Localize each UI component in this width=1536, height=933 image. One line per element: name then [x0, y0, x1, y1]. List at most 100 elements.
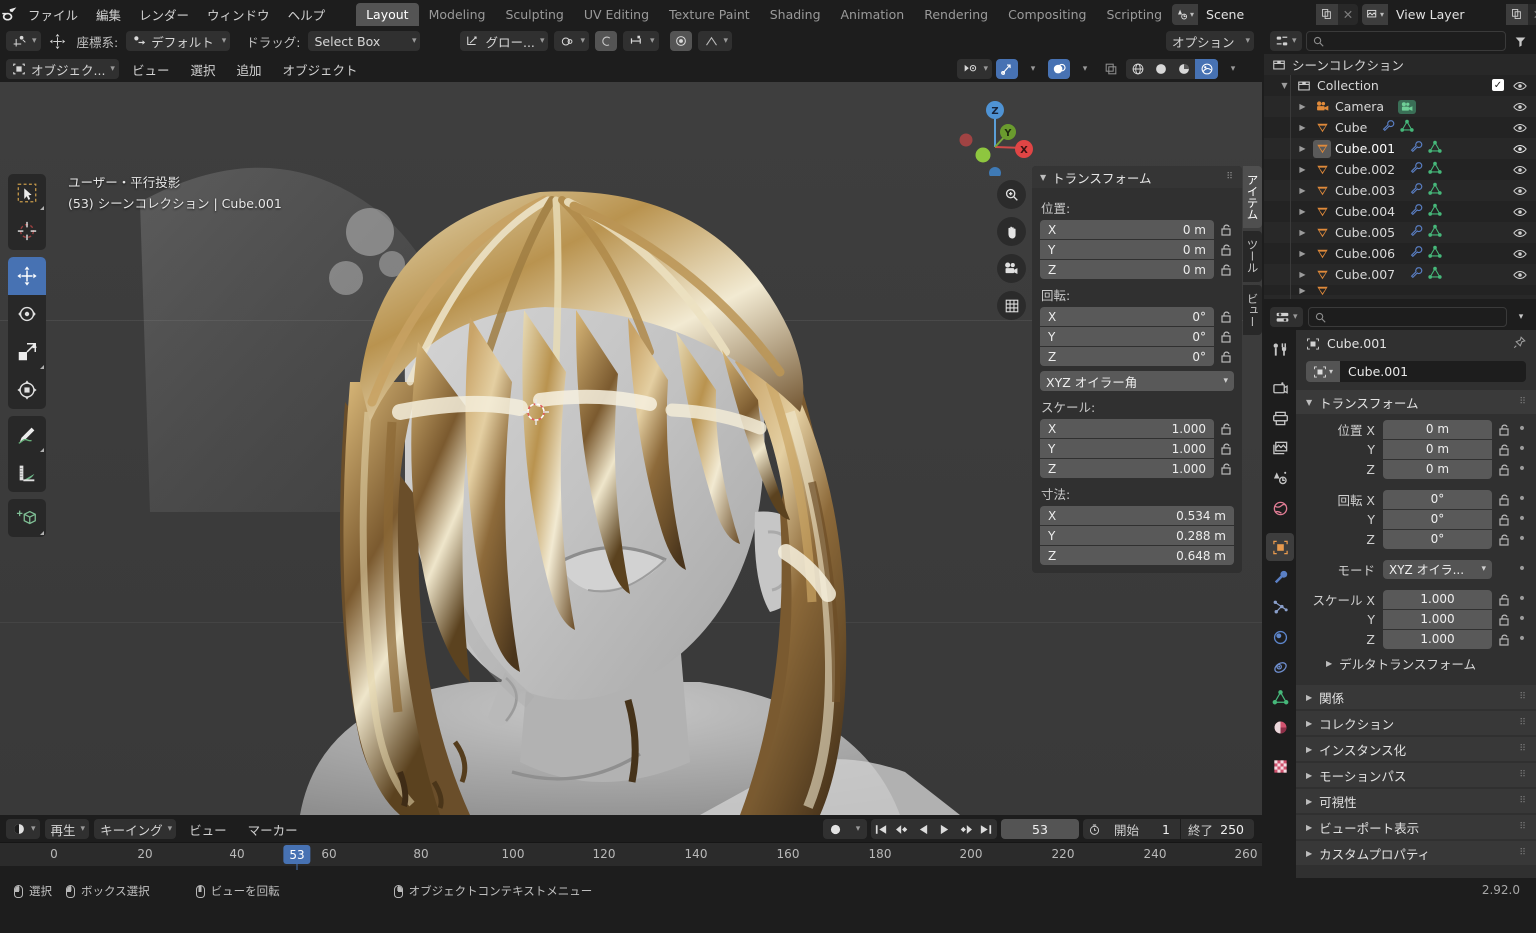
mesh-data-icon[interactable]	[1428, 224, 1442, 241]
delta-transform-expand-icon[interactable]: ▶	[1326, 659, 1332, 668]
frame-end-value[interactable]: 250	[1220, 822, 1254, 837]
outliner-editor-type-icon[interactable]: ▾	[1270, 31, 1302, 51]
outliner-row-cube[interactable]: ▶ Cube	[1264, 117, 1536, 138]
custom-properties-expand-icon[interactable]: ▶	[1306, 849, 1312, 858]
viewport-menu-add[interactable]: 追加	[228, 58, 269, 81]
rotation-z-field[interactable]: Z 0°	[1040, 347, 1214, 366]
outliner-row-cube-006[interactable]: ▶ Cube.006	[1264, 243, 1536, 264]
panel-relations[interactable]: ▶ 関係 ⠿	[1296, 685, 1536, 709]
timeline-playhead[interactable]: 53	[283, 845, 311, 864]
prop-location-z-animate-icon[interactable]: •	[1516, 461, 1528, 477]
rotation-mode-dropdown[interactable]: XYZ オイラー角 ▾	[1040, 371, 1234, 391]
scale-z-field[interactable]: Z 1.000	[1040, 459, 1214, 478]
scene-unlink-icon[interactable]: ✕	[1338, 4, 1358, 25]
jump-to-prev-keyframe-icon[interactable]	[892, 819, 913, 839]
gizmo-dropdown-icon[interactable]: ▾	[1022, 59, 1044, 79]
outliner-row-cube-004[interactable]: ▶ Cube.004	[1264, 201, 1536, 222]
tab-object-data[interactable]	[1266, 683, 1294, 711]
tab-particles[interactable]	[1266, 593, 1294, 621]
interaction-mode-dropdown[interactable]: オブジェク... ▾	[6, 59, 119, 79]
prop-rotation-z-animate-icon[interactable]: •	[1516, 531, 1528, 547]
n-tab-tool[interactable]: ツール	[1243, 231, 1262, 282]
snap-magnet-icon[interactable]	[669, 31, 692, 51]
rotation-z-lock-icon[interactable]	[1218, 350, 1234, 363]
object-id-icon[interactable]: ▾	[1306, 361, 1340, 382]
modifier-icon[interactable]	[1381, 119, 1395, 136]
current-frame-field[interactable]: 53	[1000, 819, 1079, 839]
shading-rendered-icon[interactable]	[1195, 59, 1218, 79]
object-expand-icon[interactable]: ▶	[1296, 165, 1309, 174]
jump-to-start-icon[interactable]	[871, 819, 892, 839]
prop-rotation-mode-animate-icon[interactable]: •	[1516, 561, 1528, 577]
overlays-toggle-icon[interactable]	[1048, 59, 1070, 79]
rotation-x-field[interactable]: X 0°	[1040, 307, 1214, 326]
prop-rotation-mode-dropdown[interactable]: XYZ オイラ... ▾	[1383, 559, 1492, 579]
menu-file[interactable]: ファイル	[19, 2, 87, 27]
prop-scale-x-animate-icon[interactable]: •	[1516, 591, 1528, 607]
motion-paths-expand-icon[interactable]: ▶	[1306, 771, 1312, 780]
workspace-tab-uv-editing[interactable]: UV Editing	[574, 3, 659, 26]
tool-measure[interactable]	[8, 454, 46, 492]
object-visibility-icon[interactable]	[1511, 161, 1528, 178]
collections-expand-icon[interactable]: ▶	[1306, 719, 1312, 728]
tab-modifiers[interactable]	[1266, 563, 1294, 591]
delta-transform-subpanel[interactable]: ▶ デルタトランスフォーム	[1304, 650, 1528, 677]
menu-window[interactable]: ウィンドウ	[198, 2, 279, 27]
play-reverse-icon[interactable]	[913, 819, 934, 839]
timeline-menu-view[interactable]: ビュー	[181, 818, 235, 841]
prop-scale-y-value[interactable]: 1.000	[1383, 609, 1492, 629]
outliner-row-cube-001[interactable]: ▶ Cube.001	[1264, 138, 1536, 159]
proportional-falloff-icon[interactable]	[595, 31, 617, 51]
toggle-perspective-icon[interactable]	[997, 291, 1026, 320]
prop-location-y-animate-icon[interactable]: •	[1516, 441, 1528, 457]
object-expand-icon[interactable]: ▶	[1296, 228, 1309, 237]
workspace-tab-rendering[interactable]: Rendering	[914, 3, 998, 26]
dimension-y-field[interactable]: Y 0.288 m	[1040, 526, 1234, 545]
prop-location-x-animate-icon[interactable]: •	[1516, 421, 1528, 437]
mesh-data-icon[interactable]	[1400, 119, 1414, 136]
prop-location-x-lock-icon[interactable]	[1497, 423, 1511, 436]
panel-viewport-display[interactable]: ▶ ビューポート表示 ⠿	[1296, 815, 1536, 839]
prop-rotation-x-animate-icon[interactable]: •	[1516, 491, 1528, 507]
viewport-menu-view[interactable]: ビュー	[124, 58, 178, 81]
prop-rotation-y-value[interactable]: 0°	[1383, 509, 1492, 529]
tab-scene[interactable]	[1266, 464, 1294, 492]
collection-checkbox[interactable]: ✓	[1492, 79, 1504, 91]
outliner-row-collection[interactable]: ▼ Collection ✓	[1264, 75, 1536, 96]
proportional-curve-dropdown[interactable]: ▾	[697, 31, 733, 51]
object-visibility-icon[interactable]	[1511, 182, 1528, 199]
viewport-menu-select[interactable]: 選択	[182, 58, 223, 81]
timeline-menu-marker[interactable]: マーカー	[240, 818, 306, 841]
workspace-tab-compositing[interactable]: Compositing	[998, 3, 1096, 26]
frame-start-value[interactable]: 1	[1146, 822, 1180, 837]
workspace-tab-layout[interactable]: Layout	[356, 2, 419, 26]
pan-view-icon[interactable]	[997, 217, 1026, 246]
tab-material[interactable]	[1266, 713, 1294, 741]
modifier-icon[interactable]	[1409, 245, 1423, 262]
options-dropdown[interactable]: オプション ▾	[1165, 31, 1254, 51]
tool-transform[interactable]	[8, 371, 46, 409]
outliner-tree[interactable]: シーンコレクション ▼ Collection ✓ ▶ Camera ▶ Cube…	[1264, 54, 1536, 299]
relations-expand-icon[interactable]: ▶	[1306, 693, 1312, 702]
panel-custom-properties[interactable]: ▶ カスタムプロパティ ⠿	[1296, 841, 1536, 865]
shading-solid-icon[interactable]	[1149, 59, 1172, 79]
workspace-tab-shading[interactable]: Shading	[760, 3, 831, 26]
outliner-search-input[interactable]	[1305, 31, 1506, 51]
camera-data-icon[interactable]	[1398, 99, 1417, 114]
menu-help[interactable]: ヘルプ	[279, 2, 335, 27]
instancing-expand-icon[interactable]: ▶	[1306, 745, 1312, 754]
mesh-data-icon[interactable]	[1428, 161, 1442, 178]
mesh-data-icon[interactable]	[1428, 203, 1442, 220]
object-visibility-icon[interactable]	[1511, 119, 1528, 136]
tool-move[interactable]	[8, 257, 46, 295]
object-expand-icon[interactable]: ▶	[1296, 270, 1309, 279]
object-visibility-icon[interactable]	[1511, 224, 1528, 241]
prop-location-y-value[interactable]: 0 m	[1383, 439, 1492, 459]
tab-view-layer[interactable]	[1266, 434, 1294, 462]
n-panel-collapse-icon[interactable]: ▼	[1040, 173, 1046, 182]
play-icon[interactable]	[934, 819, 955, 839]
tab-tool[interactable]	[1266, 335, 1294, 363]
modifier-icon[interactable]	[1409, 224, 1423, 241]
jump-to-next-keyframe-icon[interactable]	[955, 819, 976, 839]
scale-z-lock-icon[interactable]	[1218, 462, 1234, 475]
